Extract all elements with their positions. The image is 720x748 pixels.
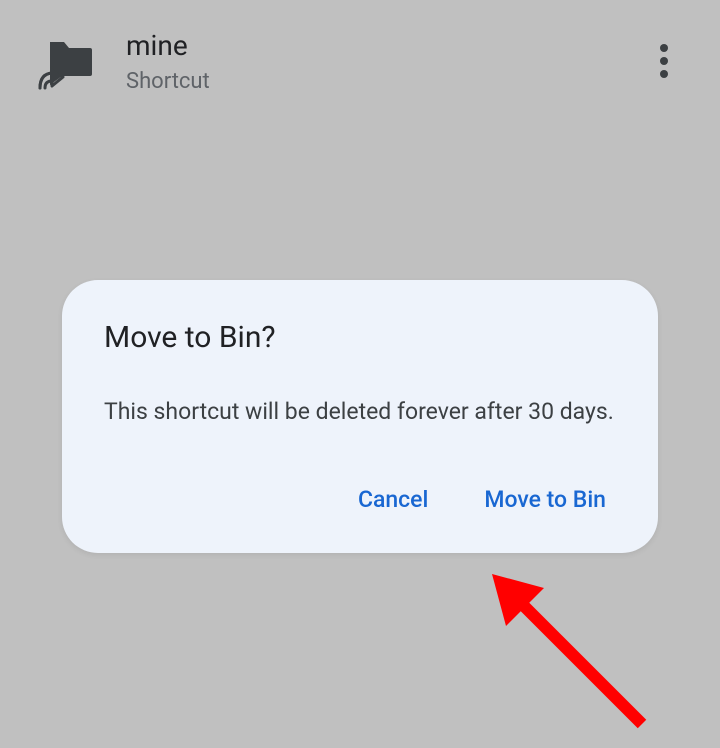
- more-options-button[interactable]: [640, 37, 688, 85]
- folder-shortcut-icon: [36, 36, 96, 86]
- file-item-subtitle: Shortcut: [126, 69, 640, 94]
- dialog-body: This shortcut will be deleted forever af…: [104, 395, 616, 428]
- file-item-row[interactable]: mine Shortcut: [0, 0, 720, 122]
- move-to-bin-dialog: Move to Bin? This shortcut will be delet…: [62, 280, 658, 553]
- file-item-title: mine: [126, 28, 640, 63]
- file-item-texts: mine Shortcut: [126, 28, 640, 94]
- annotation-arrow-icon: [472, 554, 672, 744]
- move-to-bin-button[interactable]: Move to Bin: [480, 478, 610, 521]
- dialog-actions: Cancel Move to Bin: [104, 478, 616, 521]
- dialog-title: Move to Bin?: [104, 320, 616, 355]
- more-vert-icon: [660, 44, 668, 78]
- cancel-button[interactable]: Cancel: [354, 478, 432, 521]
